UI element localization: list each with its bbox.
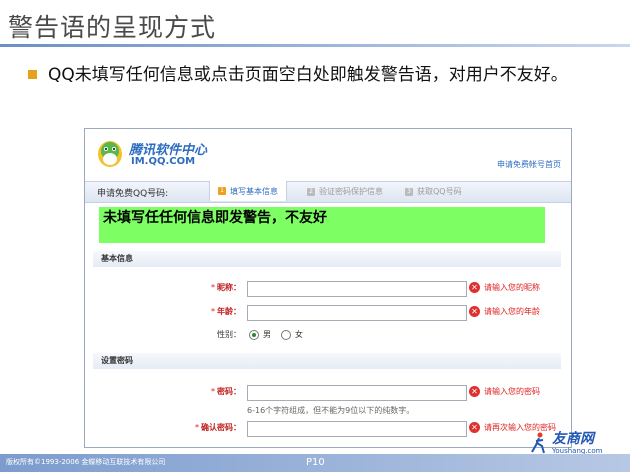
nickname-label-text: 昵称： bbox=[217, 283, 241, 292]
age-label: * 年龄： bbox=[211, 307, 241, 316]
qq-penguin-icon bbox=[98, 141, 122, 167]
bullet-text: QQ未填写任何信息或点击页面空白处即触发警告语，对用户不友好。 bbox=[48, 65, 568, 85]
confirm-password-label-text: 确认密码： bbox=[201, 423, 241, 432]
error-icon: ✕ bbox=[469, 306, 480, 317]
nickname-label: * 昵称： bbox=[211, 283, 241, 292]
password-error-text: 请输入您的密码 bbox=[484, 387, 540, 396]
step-1[interactable]: 1 填写基本信息 bbox=[209, 181, 287, 201]
error-icon: ✕ bbox=[469, 386, 480, 397]
password-label-text: 密码： bbox=[217, 387, 241, 396]
step-3[interactable]: 3 获取QQ号码 bbox=[405, 186, 462, 197]
age-error-text: 请输入您的年龄 bbox=[484, 307, 540, 316]
bullet-marker bbox=[28, 70, 37, 79]
brand-name: 友商网 bbox=[552, 431, 594, 447]
age-label-text: 年龄： bbox=[217, 307, 241, 316]
nickname-error-text: 请输入您的昵称 bbox=[484, 283, 540, 292]
password-error: ✕ 请输入您的密码 bbox=[469, 386, 540, 397]
password-hint: 6-16个字符组成，但不能为9位以下的纯数字。 bbox=[247, 406, 415, 415]
site-header: 腾讯软件中心 IM.QQ.COM 申请免费帐号首页 bbox=[85, 129, 571, 179]
title-rule bbox=[0, 44, 630, 47]
logo-url: IM.QQ.COM bbox=[131, 156, 196, 167]
password-label: * 密码： bbox=[211, 387, 241, 396]
nickname-error: ✕ 请输入您的昵称 bbox=[469, 282, 540, 293]
step-3-number: 3 bbox=[405, 187, 413, 196]
nickname-input[interactable] bbox=[247, 281, 467, 297]
page-number: P10 bbox=[306, 457, 325, 468]
step-bar: 申请免费QQ号码: 1 填写基本信息 2 验证密码保护信息 3 获取QQ号码 bbox=[85, 181, 571, 203]
step-2-number: 2 bbox=[307, 187, 315, 196]
password-section: 设置密码 bbox=[93, 353, 561, 369]
step-3-label: 获取QQ号码 bbox=[417, 187, 462, 196]
basic-info-section: 基本信息 bbox=[93, 251, 561, 267]
warning-banner: 未填写任任何信息即发警告，不友好 bbox=[99, 207, 545, 243]
brand-logo: 友商网 Youshang.com bbox=[531, 428, 603, 455]
confirm-password-label: * 确认密码： bbox=[195, 423, 241, 432]
gender-female-label: 女 bbox=[295, 330, 303, 339]
gender-label: 性别： bbox=[217, 330, 241, 339]
copyright: 版权所有©1993-2006 金蝶移动互联技术有限公司 bbox=[6, 458, 166, 466]
step-1-number: 1 bbox=[218, 187, 226, 195]
step-1-label: 填写基本信息 bbox=[230, 186, 278, 196]
runner-icon bbox=[531, 432, 545, 454]
password-input[interactable] bbox=[247, 385, 467, 401]
step-bar-label: 申请免费QQ号码: bbox=[97, 189, 169, 199]
slide-title: 警告语的呈现方式 bbox=[8, 13, 217, 42]
age-error: ✕ 请输入您的年龄 bbox=[469, 306, 540, 317]
age-input[interactable] bbox=[247, 305, 467, 321]
home-link[interactable]: 申请免费帐号首页 bbox=[497, 159, 561, 170]
gender-male-radio[interactable]: 男 bbox=[249, 329, 271, 340]
gender-male-label: 男 bbox=[263, 330, 271, 339]
radio-icon bbox=[281, 329, 291, 340]
step-2-label: 验证密码保护信息 bbox=[319, 187, 383, 196]
gender-female-radio[interactable]: 女 bbox=[281, 329, 303, 340]
error-icon: ✕ bbox=[469, 282, 480, 293]
radio-selected-icon bbox=[249, 329, 259, 340]
step-2[interactable]: 2 验证密码保护信息 bbox=[307, 186, 383, 197]
registration-screenshot: 腾讯软件中心 IM.QQ.COM 申请免费帐号首页 申请免费QQ号码: 1 填写… bbox=[84, 128, 572, 448]
error-icon: ✕ bbox=[469, 422, 480, 433]
confirm-password-input[interactable] bbox=[247, 421, 467, 437]
